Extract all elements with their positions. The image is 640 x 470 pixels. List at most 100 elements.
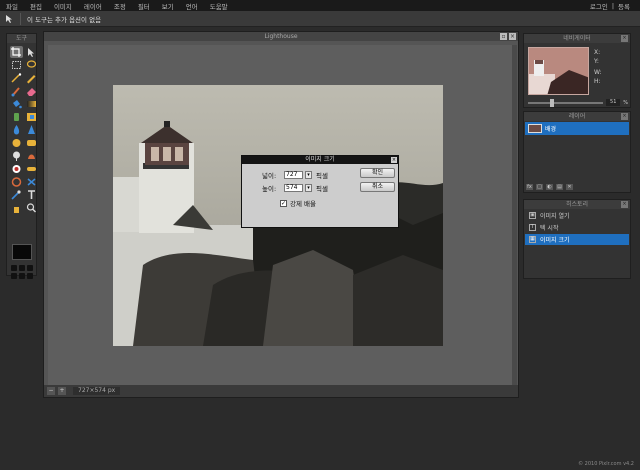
toolbox-title: 도구 — [7, 34, 36, 43]
height-input[interactable]: 574 — [284, 184, 303, 192]
history-panel: 히스토리 × ▣ 이미지 열기 T 텍 시작 ▦ 이미지 크기 — [523, 199, 631, 279]
marquee-tool-icon[interactable] — [10, 59, 23, 71]
spotheal-tool-icon[interactable] — [25, 163, 38, 175]
dialog-titlebar[interactable]: 이미지 크기 × — [242, 156, 398, 164]
menu-adjust[interactable]: 조정 — [108, 1, 132, 11]
fill-tool-icon[interactable] — [10, 98, 23, 110]
layer-name: 배경 — [545, 126, 557, 133]
view-mode-button[interactable] — [27, 273, 33, 279]
colorreplace-tool-icon[interactable] — [25, 111, 38, 123]
zoom-in-icon[interactable]: + — [58, 387, 66, 395]
move-arrow-icon — [0, 11, 20, 27]
view-mode-button[interactable] — [19, 273, 25, 279]
bloat-tool-icon[interactable] — [10, 176, 23, 188]
document-titlebar[interactable]: Lighthouse ▫ × — [44, 32, 518, 41]
menu-filter[interactable]: 필터 — [132, 1, 156, 11]
color-swatch[interactable] — [12, 244, 32, 260]
eyedropper-tool-icon[interactable] — [10, 189, 23, 201]
dodge-tool-icon[interactable] — [10, 150, 23, 162]
options-message: 이 도구는 추가 옵션이 없음 — [27, 15, 102, 24]
lasso-tool-icon[interactable] — [25, 59, 38, 71]
width-input[interactable]: 727 — [284, 171, 303, 179]
wand-tool-icon[interactable] — [10, 72, 23, 84]
options-bar: 이 도구는 추가 옵션이 없음 — [0, 11, 640, 27]
hand-tool-icon[interactable] — [10, 202, 23, 214]
minimize-icon[interactable]: ▫ — [500, 33, 507, 40]
history-close-icon[interactable]: × — [621, 201, 628, 208]
document-title: Lighthouse — [264, 33, 298, 40]
menu-bar: 파일 편집 이미지 레이어 조정 필터 보기 언어 도움말 로그인 | 등록 — [0, 0, 640, 11]
menu-file[interactable]: 파일 — [0, 1, 24, 11]
menu-language[interactable]: 언어 — [180, 1, 204, 11]
view-mode-button[interactable] — [11, 273, 17, 279]
menu-edit[interactable]: 편집 — [24, 1, 48, 11]
constrain-proportions[interactable]: ✓ 강제 배율 — [280, 198, 316, 208]
brush-tool-icon[interactable] — [10, 85, 23, 97]
layers-close-icon[interactable]: × — [621, 113, 628, 120]
move-tool-icon[interactable] — [25, 46, 38, 58]
cancel-button[interactable]: 취소 — [360, 182, 395, 192]
register-link[interactable]: 등록 — [618, 1, 630, 11]
layers-panel: 레이어 × 배경 fx □ ◐ ▤ ✕ — [523, 111, 631, 193]
account-separator: | — [611, 1, 615, 10]
constrain-checkbox[interactable]: ✓ — [280, 199, 287, 207]
blur-tool-icon[interactable] — [10, 124, 23, 136]
view-mode-button[interactable] — [11, 265, 17, 271]
height-unit-dropdown-icon[interactable]: ▾ — [305, 184, 312, 192]
history-item-label: 이미지 열기 — [540, 213, 570, 220]
menu-view[interactable]: 보기 — [156, 1, 180, 11]
smudge-tool-icon[interactable] — [10, 137, 23, 149]
sponge-tool-icon[interactable] — [25, 137, 38, 149]
ok-button[interactable]: 확인 — [360, 168, 395, 178]
width-unit-label: 픽셀 — [316, 172, 328, 180]
layer-new-icon[interactable]: ▤ — [556, 184, 563, 190]
gradient-tool-icon[interactable] — [25, 98, 38, 110]
zoom-out-icon[interactable]: − — [47, 387, 55, 395]
pinch-tool-icon[interactable] — [25, 176, 38, 188]
width-label: 넓이: — [262, 172, 277, 180]
menu-image[interactable]: 이미지 — [48, 1, 78, 11]
account-links: 로그인 | 등록 — [590, 0, 630, 11]
burn-tool-icon[interactable] — [25, 150, 38, 162]
navigator-thumbnail[interactable] — [528, 47, 589, 95]
type-tool-icon[interactable] — [25, 189, 38, 201]
zoom-unit: % — [623, 99, 628, 106]
width-row: 넓이: 727 ▾ 픽셀 — [262, 170, 328, 180]
login-link[interactable]: 로그인 — [590, 1, 608, 11]
close-icon[interactable]: × — [509, 33, 516, 40]
vertical-scrollbar[interactable] — [512, 45, 517, 385]
pencil-tool-icon[interactable] — [25, 72, 38, 84]
constrain-label: 강제 배율 — [290, 200, 316, 208]
zoom-tool-icon[interactable] — [25, 202, 38, 214]
navigator-close-icon[interactable]: × — [621, 35, 628, 42]
layer-adjust-icon[interactable]: ◐ — [546, 184, 553, 190]
height-label: 높이: — [262, 185, 277, 193]
zoom-slider[interactable] — [528, 98, 604, 107]
view-mode-button[interactable] — [19, 265, 25, 271]
redeye-tool-icon[interactable] — [10, 163, 23, 175]
history-item-resize[interactable]: ▦ 이미지 크기 — [525, 234, 629, 245]
zoom-slider-knob[interactable] — [550, 98, 554, 107]
history-item-text[interactable]: T 텍 시작 — [525, 222, 629, 233]
layer-mask-icon[interactable]: □ — [536, 184, 543, 190]
history-item-open[interactable]: ▣ 이미지 열기 — [525, 210, 629, 221]
clone-tool-icon[interactable] — [10, 111, 23, 123]
layer-row-background[interactable]: 배경 — [525, 122, 629, 135]
eraser-tool-icon[interactable] — [25, 85, 38, 97]
navigator-title: 네비게이터 — [563, 35, 591, 42]
layer-delete-icon[interactable]: ✕ — [566, 184, 573, 190]
sharpen-tool-icon[interactable] — [25, 124, 38, 136]
layers-footer: fx □ ◐ ▤ ✕ — [526, 184, 573, 190]
dialog-title: 이미지 크기 — [305, 156, 335, 163]
menu-help[interactable]: 도움말 — [204, 1, 234, 11]
resize-icon: ▦ — [529, 236, 536, 243]
crop-tool-icon[interactable] — [10, 46, 23, 58]
menu-layer[interactable]: 레이어 — [78, 1, 108, 11]
layer-fx-icon[interactable]: fx — [526, 184, 533, 190]
text-icon: T — [529, 224, 536, 231]
navigator-zoom-bar: 51 % — [528, 98, 628, 107]
width-unit-dropdown-icon[interactable]: ▾ — [305, 171, 312, 179]
zoom-value-input[interactable]: 51 — [606, 99, 621, 106]
dialog-close-icon[interactable]: × — [391, 157, 397, 163]
view-mode-button[interactable] — [27, 265, 33, 271]
